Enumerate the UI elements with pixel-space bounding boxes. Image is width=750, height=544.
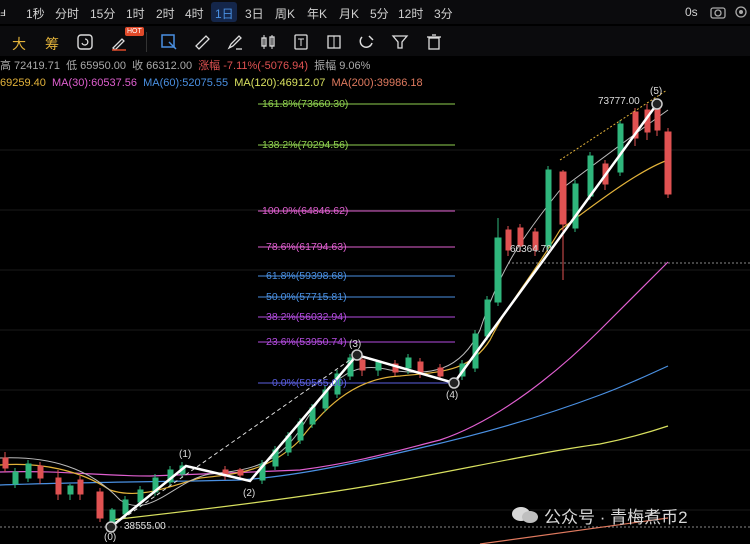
price-chart <box>0 89 750 544</box>
watermark-text: 公众号 · 青梅煮币2 <box>544 508 688 527</box>
fib-23: 23.6%(53950.74) <box>266 336 347 348</box>
fib-100: 100.0%(64846.62) <box>262 205 349 217</box>
fib-38: 38.2%(56032.94) <box>266 311 347 323</box>
fib-161: 161.8%(73660.30) <box>262 98 349 110</box>
mid-price-label: 60364.70 <box>510 244 552 255</box>
wave-0-label: (0) <box>104 532 117 543</box>
wave-3-label: (3) <box>349 339 362 350</box>
wave-2-label: (2) <box>243 488 256 499</box>
wechat-logo-icon <box>512 507 538 523</box>
ma-fast-line <box>0 109 669 507</box>
wave-1-label: (1) <box>179 449 192 460</box>
low-price-label: 38555.00 <box>124 521 166 532</box>
wave-4-label: (4) <box>446 390 459 401</box>
wave-5-label: (5) <box>650 86 663 97</box>
fib-138: 138.2%(70294.56) <box>262 139 349 151</box>
fib-78: 78.6%(61794.63) <box>266 241 347 253</box>
fib-61: 61.8%(59398.68) <box>266 270 347 282</box>
peak-price-label: 73777.00 <box>598 96 640 107</box>
fib-0: 0.0%(50565.00) <box>272 377 347 389</box>
fib-50: 50.0%(57715.81) <box>266 291 347 303</box>
wave-path[interactable] <box>110 103 659 528</box>
